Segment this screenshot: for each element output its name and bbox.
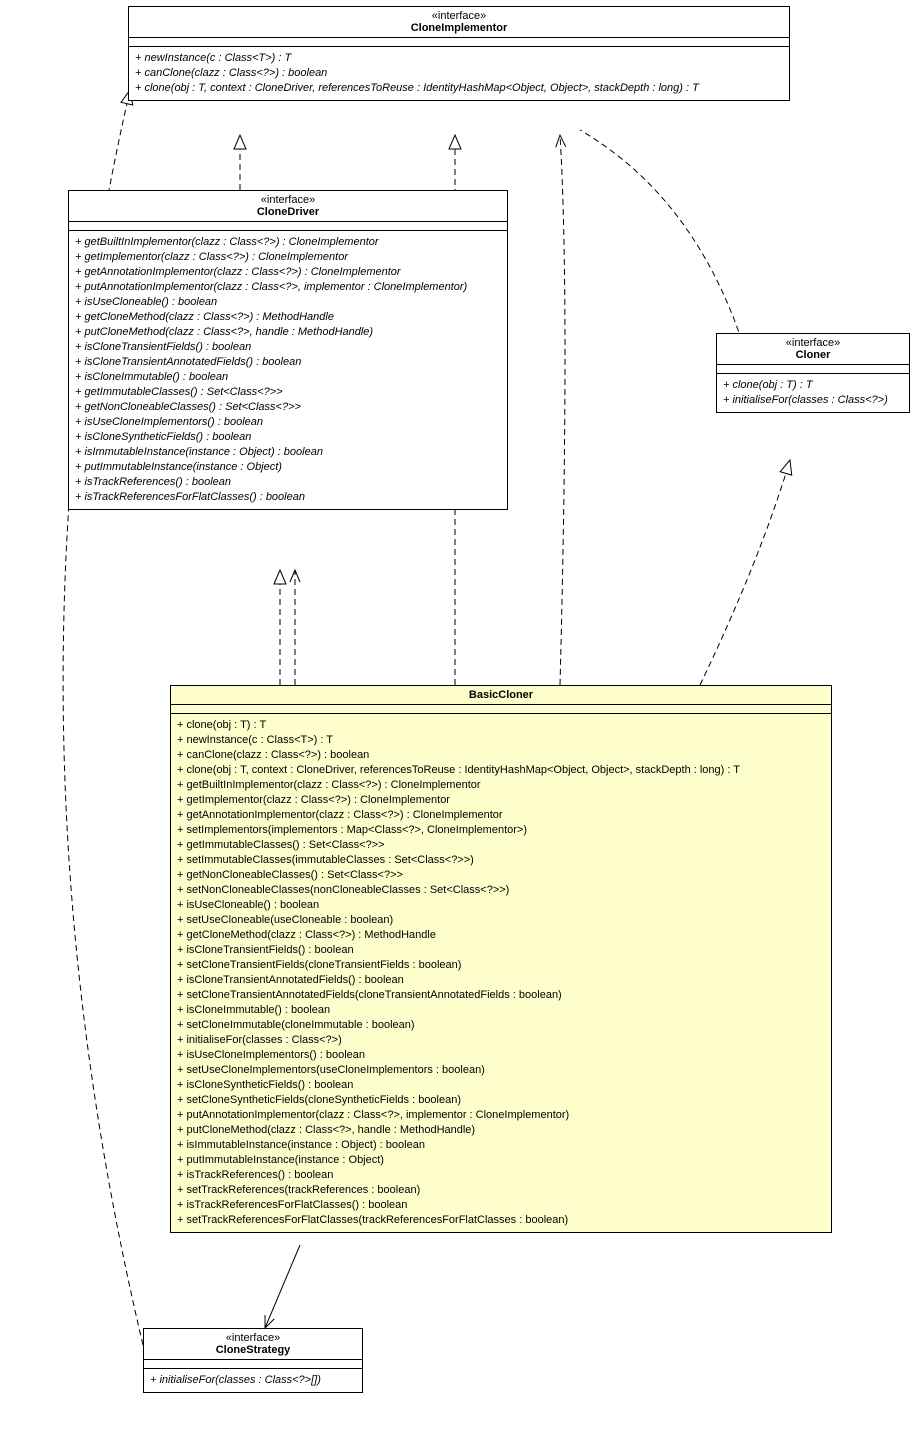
- operation-row: + initialiseFor(classes : Class<?>): [177, 1033, 825, 1048]
- stereotype-label: «interface»: [75, 194, 501, 206]
- stereotype-label: «interface»: [723, 337, 903, 349]
- attrs-compartment: [144, 1360, 362, 1369]
- stereotype-label: «interface»: [150, 1332, 356, 1344]
- class-name: Cloner: [723, 349, 903, 361]
- operation-row: + isCloneSyntheticFields() : boolean: [75, 430, 501, 445]
- operation-row: + setCloneSyntheticFields(cloneSynthetic…: [177, 1093, 825, 1108]
- operation-row: + isTrackReferencesForFlatClasses() : bo…: [177, 1198, 825, 1213]
- operation-row: + isTrackReferences() : boolean: [75, 475, 501, 490]
- operation-row: + isUseCloneable() : boolean: [177, 898, 825, 913]
- attrs-compartment: [717, 365, 909, 374]
- operation-row: + setNonCloneableClasses(nonCloneableCla…: [177, 883, 825, 898]
- operation-row: + isTrackReferencesForFlatClasses() : bo…: [75, 490, 501, 505]
- class-name: CloneImplementor: [135, 22, 783, 34]
- operation-row: + getCloneMethod(clazz : Class<?>) : Met…: [177, 928, 825, 943]
- operation-row: + isUseCloneImplementors() : boolean: [177, 1048, 825, 1063]
- operation-row: + isCloneTransientAnnotatedFields() : bo…: [75, 355, 501, 370]
- ops-compartment: + initialiseFor(classes : Class<?>[]): [144, 1369, 362, 1392]
- operation-row: + canClone(clazz : Class<?>) : boolean: [177, 748, 825, 763]
- operation-row: + initialiseFor(classes : Class<?>[]): [150, 1373, 356, 1388]
- class-name: CloneDriver: [75, 206, 501, 218]
- operation-row: + getImplementor(clazz : Class<?>) : Clo…: [75, 250, 501, 265]
- operation-row: + newInstance(c : Class<T>) : T: [135, 51, 783, 66]
- operation-row: + initialiseFor(classes : Class<?>): [723, 393, 903, 408]
- operation-row: + setCloneTransientAnnotatedFields(clone…: [177, 988, 825, 1003]
- class-name: BasicCloner: [177, 689, 825, 701]
- operation-row: + getCloneMethod(clazz : Class<?>) : Met…: [75, 310, 501, 325]
- class-clone-implementor: «interface» CloneImplementor + newInstan…: [128, 6, 790, 101]
- operation-row: + canClone(clazz : Class<?>) : boolean: [135, 66, 783, 81]
- operation-row: + setUseCloneable(useCloneable : boolean…: [177, 913, 825, 928]
- class-clone-strategy: «interface» CloneStrategy + initialiseFo…: [143, 1328, 363, 1393]
- operation-row: + putCloneMethod(clazz : Class<?>, handl…: [177, 1123, 825, 1138]
- class-header: BasicCloner: [171, 686, 831, 705]
- operation-row: + getNonCloneableClasses() : Set<Class<?…: [177, 868, 825, 883]
- class-header: «interface» CloneImplementor: [129, 7, 789, 38]
- operation-row: + putImmutableInstance(instance : Object…: [75, 460, 501, 475]
- stereotype-label: «interface»: [135, 10, 783, 22]
- operation-row: + setImplementors(implementors : Map<Cla…: [177, 823, 825, 838]
- operation-row: + isImmutableInstance(instance : Object)…: [75, 445, 501, 460]
- operation-row: + setImmutableClasses(immutableClasses :…: [177, 853, 825, 868]
- operation-row: + setCloneTransientFields(cloneTransient…: [177, 958, 825, 973]
- operation-row: + getBuiltInImplementor(clazz : Class<?>…: [75, 235, 501, 250]
- operation-row: + setTrackReferencesForFlatClasses(track…: [177, 1213, 825, 1228]
- operation-row: + getAnnotationImplementor(clazz : Class…: [75, 265, 501, 280]
- attrs-compartment: [171, 705, 831, 714]
- operation-row: + isCloneImmutable() : boolean: [75, 370, 501, 385]
- class-header: «interface» CloneDriver: [69, 191, 507, 222]
- operation-row: + isCloneImmutable() : boolean: [177, 1003, 825, 1018]
- attrs-compartment: [129, 38, 789, 47]
- operation-row: + getBuiltInImplementor(clazz : Class<?>…: [177, 778, 825, 793]
- operation-row: + isUseCloneImplementors() : boolean: [75, 415, 501, 430]
- operation-row: + setUseCloneImplementors(useCloneImplem…: [177, 1063, 825, 1078]
- operation-row: + setTrackReferences(trackReferences : b…: [177, 1183, 825, 1198]
- operation-row: + newInstance(c : Class<T>) : T: [177, 733, 825, 748]
- class-header: «interface» Cloner: [717, 334, 909, 365]
- operation-row: + getImplementor(clazz : Class<?>) : Clo…: [177, 793, 825, 808]
- ops-compartment: + getBuiltInImplementor(clazz : Class<?>…: [69, 231, 507, 509]
- operation-row: + getImmutableClasses() : Set<Class<?>>: [75, 385, 501, 400]
- operation-row: + getImmutableClasses() : Set<Class<?>>: [177, 838, 825, 853]
- operation-row: + isCloneSyntheticFields() : boolean: [177, 1078, 825, 1093]
- ops-compartment: + clone(obj : T) : T+ newInstance(c : Cl…: [171, 714, 831, 1232]
- operation-row: + putImmutableInstance(instance : Object…: [177, 1153, 825, 1168]
- class-basic-cloner: BasicCloner + clone(obj : T) : T+ newIns…: [170, 685, 832, 1233]
- operation-row: + getAnnotationImplementor(clazz : Class…: [177, 808, 825, 823]
- operation-row: + putAnnotationImplementor(clazz : Class…: [177, 1108, 825, 1123]
- class-cloner: «interface» Cloner + clone(obj : T) : T+…: [716, 333, 910, 413]
- operation-row: + clone(obj : T) : T: [177, 718, 825, 733]
- ops-compartment: + clone(obj : T) : T+ initialiseFor(clas…: [717, 374, 909, 412]
- operation-row: + clone(obj : T) : T: [723, 378, 903, 393]
- operation-row: + clone(obj : T, context : CloneDriver, …: [177, 763, 825, 778]
- operation-row: + putAnnotationImplementor(clazz : Class…: [75, 280, 501, 295]
- operation-row: + setCloneImmutable(cloneImmutable : boo…: [177, 1018, 825, 1033]
- operation-row: + getNonCloneableClasses() : Set<Class<?…: [75, 400, 501, 415]
- operation-row: + isCloneTransientFields() : boolean: [75, 340, 501, 355]
- attrs-compartment: [69, 222, 507, 231]
- ops-compartment: + newInstance(c : Class<T>) : T+ canClon…: [129, 47, 789, 100]
- class-name: CloneStrategy: [150, 1344, 356, 1356]
- operation-row: + isCloneTransientFields() : boolean: [177, 943, 825, 958]
- operation-row: + isTrackReferences() : boolean: [177, 1168, 825, 1183]
- operation-row: + putCloneMethod(clazz : Class<?>, handl…: [75, 325, 501, 340]
- class-clone-driver: «interface» CloneDriver + getBuiltInImpl…: [68, 190, 508, 510]
- operation-row: + isUseCloneable() : boolean: [75, 295, 501, 310]
- operation-row: + isImmutableInstance(instance : Object)…: [177, 1138, 825, 1153]
- operation-row: + clone(obj : T, context : CloneDriver, …: [135, 81, 783, 96]
- class-header: «interface» CloneStrategy: [144, 1329, 362, 1360]
- operation-row: + isCloneTransientAnnotatedFields() : bo…: [177, 973, 825, 988]
